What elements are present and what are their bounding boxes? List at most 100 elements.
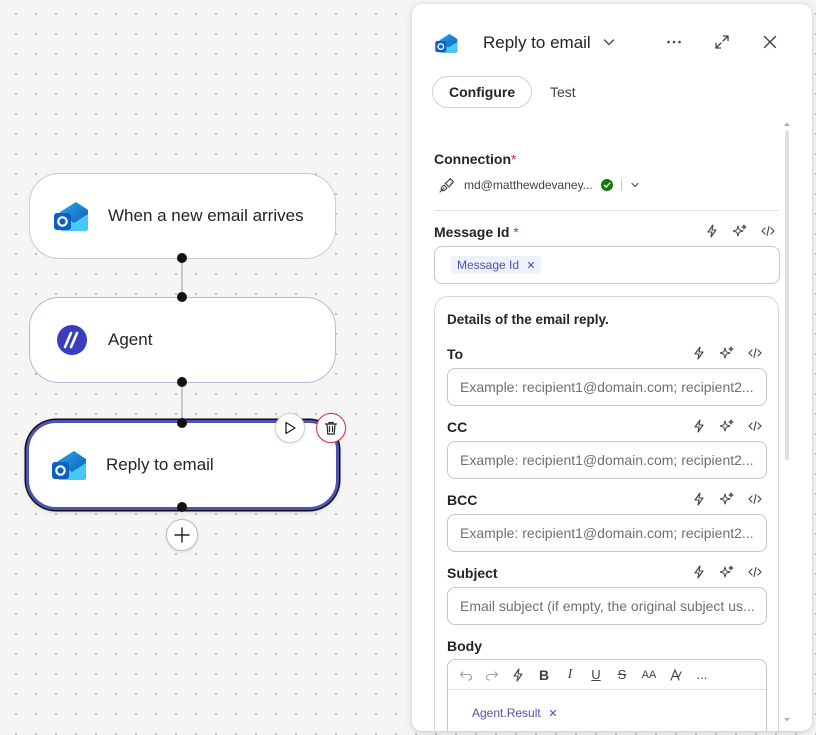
redo-icon [485,670,499,681]
font-color-button[interactable] [668,667,684,683]
trash-icon [324,421,338,435]
panel-title: Reply to email [483,33,591,52]
code-view-button[interactable] [745,489,765,509]
bcc-input[interactable]: Example: recipient1@domain.com; recipien… [447,514,767,552]
connection-selector[interactable]: md@matthewdevaney... [438,176,640,194]
bold-button[interactable]: B [536,667,552,683]
bcc-label: BCC [447,492,478,508]
tab-configure[interactable]: Configure [432,76,533,108]
connector-handle[interactable] [177,418,187,428]
divider [620,179,622,191]
action-switcher-dropdown[interactable] [597,30,621,54]
underline-button[interactable]: U [588,667,604,683]
scroll-down-icon[interactable] [783,717,791,723]
play-icon [285,421,296,435]
code-icon [748,420,762,432]
sparkle-icon [733,224,747,237]
close-button[interactable] [758,30,782,54]
to-label: To [447,346,464,362]
undo-button[interactable] [458,667,474,683]
plug-icon [439,177,455,193]
remove-token-icon[interactable] [549,709,557,717]
field-toolbar [689,489,765,509]
connected-status-icon [600,179,613,191]
node-label: Agent [108,330,153,349]
more-options-button[interactable] [662,30,686,54]
agent-result-token[interactable]: Agent.Result [472,706,557,720]
sparkle-icon [720,419,734,432]
connector-handle[interactable] [177,253,187,263]
sparkle-icon [720,346,734,359]
connector-line [181,383,183,423]
field-toolbar [702,221,778,241]
subject-label: Subject [447,565,498,581]
field-toolbar [689,562,765,582]
scrollbar-thumb[interactable] [785,130,789,460]
code-view-button[interactable] [745,343,765,363]
section-divider [434,210,779,211]
field-toolbar [689,416,765,436]
dynamic-content-button[interactable] [702,221,722,241]
dynamic-content-button[interactable] [689,562,709,582]
expand-button[interactable] [710,30,734,54]
to-input[interactable]: Example: recipient1@domain.com; recipien… [447,368,767,406]
dynamic-content-button[interactable] [689,416,709,436]
rich-text-toolbar: B I U S AA ... [448,660,766,690]
undo-icon [459,670,473,681]
code-view-button[interactable] [745,562,765,582]
body-editor[interactable]: B I U S AA ... Agent.Result [447,659,767,731]
outlook-icon [52,451,86,480]
copilot-button[interactable] [717,343,737,363]
add-step-button[interactable] [166,519,198,551]
connection-label: Connection* [434,151,517,167]
copilot-button[interactable] [717,416,737,436]
delete-step-button[interactable] [316,413,346,443]
chevron-down-icon [603,39,615,46]
connector-handle[interactable] [177,377,187,387]
copilot-button[interactable] [717,562,737,582]
run-step-button[interactable] [275,413,305,443]
field-toolbar [689,343,765,363]
close-icon [763,35,777,49]
tab-test[interactable]: Test [550,84,576,100]
connector-handle[interactable] [177,292,187,302]
cc-label: CC [447,419,468,435]
code-view-button[interactable] [745,416,765,436]
message-id-input[interactable]: Message Id [434,246,780,284]
copilot-button[interactable] [717,489,737,509]
sparkle-icon [720,492,734,505]
required-marker: * [513,224,519,240]
copilot-button[interactable] [730,221,750,241]
dynamic-content-button[interactable] [510,667,526,683]
italic-button[interactable]: I [562,667,578,683]
scroll-up-icon[interactable] [783,121,791,127]
more-formatting-button[interactable]: ... [694,667,710,683]
ellipsis-icon [667,40,681,44]
body-label: Body [447,638,482,654]
subject-input[interactable]: Email subject (if empty, the original su… [447,587,767,625]
cc-input[interactable]: Example: recipient1@domain.com; recipien… [447,441,767,479]
body-content[interactable]: Agent.Result [448,690,766,722]
code-icon [748,566,762,578]
code-view-button[interactable] [758,221,778,241]
trigger-node-new-email[interactable]: When a new email arrives [29,173,336,259]
agent-node[interactable]: Agent [29,297,336,383]
dynamic-content-button[interactable] [689,343,709,363]
redo-button[interactable] [484,667,500,683]
agent-icon [57,325,87,355]
connection-account: md@matthewdevaney... [464,178,593,192]
strikethrough-button[interactable]: S [614,667,630,683]
message-id-token[interactable]: Message Id [451,256,542,274]
remove-token-icon[interactable] [527,261,535,269]
code-icon [748,493,762,505]
font-color-icon [670,668,682,681]
details-heading: Details of the email reply. [447,312,609,327]
sparkle-icon [720,565,734,578]
properties-panel: Reply to email Configure Test Connection… [412,4,812,731]
dynamic-content-button[interactable] [689,489,709,509]
lightning-icon [513,667,523,682]
lightning-icon [694,346,704,360]
connector-handle[interactable] [177,502,187,512]
font-size-button[interactable]: AA [640,667,658,683]
outlook-icon [54,202,88,231]
